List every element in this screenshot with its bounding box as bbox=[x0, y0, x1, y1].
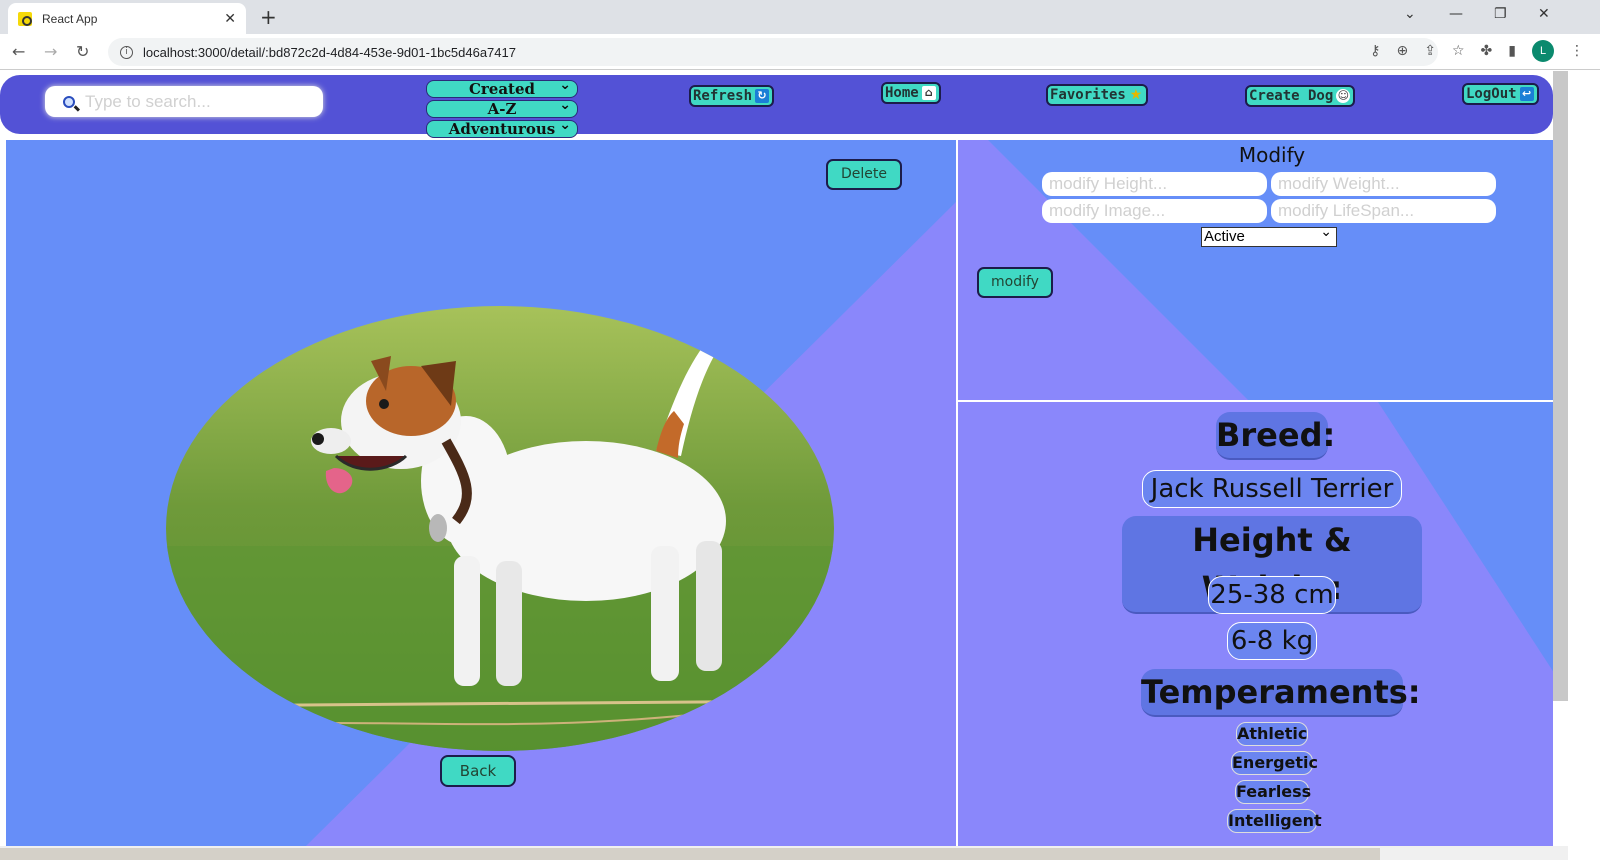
modify-image-input[interactable] bbox=[1042, 199, 1267, 223]
refresh-button[interactable]: Refresh ↻ bbox=[689, 85, 775, 107]
modify-title: Modify bbox=[1238, 143, 1306, 167]
dog-illustration bbox=[166, 306, 834, 751]
browser-tab[interactable]: React App ✕ bbox=[8, 3, 246, 34]
modify-button[interactable]: modify bbox=[977, 267, 1053, 298]
url-text: localhost:3000/detail/:bd872c2d-4d84-453… bbox=[143, 44, 516, 60]
create-dog-label: Create Dog bbox=[1249, 88, 1334, 104]
delete-button[interactable]: Delete bbox=[826, 159, 902, 190]
home-button[interactable]: Home ⌂ bbox=[881, 82, 941, 104]
forward-arrow-icon[interactable]: → bbox=[44, 42, 57, 61]
profile-avatar[interactable]: L bbox=[1532, 40, 1554, 62]
side-column: Modify Active modify Breed: Jack Russell… bbox=[956, 140, 1553, 846]
share-icon[interactable]: ⇪ bbox=[1424, 43, 1436, 59]
menu-dots-icon[interactable]: ⋮ bbox=[1570, 43, 1584, 59]
create-dog-button[interactable]: Create Dog ☺ bbox=[1245, 85, 1356, 107]
modify-panel: Modify Active modify bbox=[958, 140, 1553, 400]
app-navbar: Created A-Z Adventurous Refresh ↻ Home ⌂… bbox=[0, 75, 1553, 138]
extensions-icon[interactable]: ✤ bbox=[1481, 43, 1493, 59]
back-arrow-icon[interactable]: ← bbox=[12, 42, 25, 61]
restore-icon[interactable]: ❐ bbox=[1494, 6, 1507, 22]
tab-title: React App bbox=[42, 11, 98, 26]
address-bar[interactable]: i localhost:3000/detail/:bd872c2d-4d84-4… bbox=[108, 38, 1438, 66]
height-value: 25-38 cm bbox=[1208, 576, 1336, 614]
temperament-tag: Energetic bbox=[1231, 751, 1318, 775]
modify-weight-input[interactable] bbox=[1271, 172, 1496, 196]
new-tab-icon[interactable]: + bbox=[260, 5, 277, 29]
toolbar-icons: ⚷ ⊕ ⇪ ☆ ✤ ▮ L ⋮ bbox=[1370, 40, 1584, 62]
temperament-tag: Intelligent bbox=[1227, 809, 1322, 833]
temperaments-label: Temperaments: bbox=[1141, 669, 1421, 717]
zoom-icon[interactable]: ⊕ bbox=[1397, 43, 1409, 59]
temperament-tag: Fearless bbox=[1235, 780, 1311, 804]
breed-value: Jack Russell Terrier bbox=[1142, 470, 1402, 508]
temperament-tag: Athletic bbox=[1236, 722, 1308, 746]
page-viewport: Created A-Z Adventurous Refresh ↻ Home ⌂… bbox=[0, 71, 1553, 846]
modify-height-input[interactable] bbox=[1042, 172, 1267, 196]
side-panel-icon[interactable]: ▮ bbox=[1508, 43, 1516, 59]
bookmark-star-icon[interactable]: ☆ bbox=[1452, 43, 1465, 59]
search-icon bbox=[63, 95, 75, 108]
refresh-icon: ↻ bbox=[755, 89, 770, 103]
star-icon: ★ bbox=[1129, 87, 1143, 103]
modify-lifespan-input[interactable] bbox=[1271, 199, 1496, 223]
tab-close-icon[interactable]: ✕ bbox=[224, 11, 236, 27]
horizontal-scrollbar[interactable] bbox=[0, 848, 1380, 860]
vertical-scrollbar[interactable] bbox=[1553, 71, 1568, 701]
favorites-label: Favorites bbox=[1050, 87, 1126, 103]
key-icon[interactable]: ⚷ bbox=[1370, 43, 1380, 59]
home-icon: ⌂ bbox=[921, 86, 936, 100]
favorites-button[interactable]: Favorites ★ bbox=[1046, 84, 1148, 106]
site-info-icon[interactable]: i bbox=[120, 45, 133, 59]
search-input[interactable] bbox=[85, 91, 305, 112]
dog-image bbox=[166, 306, 834, 751]
window-close-icon[interactable]: ✕ bbox=[1538, 6, 1550, 22]
logout-label: LogOut bbox=[1466, 86, 1517, 102]
browser-tabbar: React App ✕ + ⌄ — ❐ ✕ bbox=[0, 0, 1600, 34]
logout-button[interactable]: LogOut ↩ bbox=[1462, 83, 1539, 105]
logout-icon: ↩ bbox=[1519, 87, 1534, 101]
browser-toolbar: ← → ↻ i localhost:3000/detail/:bd872c2d-… bbox=[0, 34, 1600, 70]
refresh-label: Refresh bbox=[693, 88, 753, 104]
status-select[interactable]: Active bbox=[1201, 223, 1337, 247]
minimize-icon[interactable]: — bbox=[1449, 6, 1463, 22]
breed-label: Breed: bbox=[1216, 412, 1335, 460]
react-favicon-icon bbox=[18, 11, 32, 26]
filter-temperament-select[interactable]: Adventurous bbox=[426, 117, 578, 138]
sort-order-select[interactable]: A-Z bbox=[426, 97, 578, 118]
dog-face-icon: ☺ bbox=[1336, 89, 1351, 103]
home-label: Home bbox=[885, 85, 919, 101]
search-box bbox=[45, 86, 323, 117]
filter-group: Created A-Z Adventurous bbox=[426, 77, 578, 140]
vertical-scroll-track bbox=[1553, 701, 1568, 846]
reload-icon[interactable]: ↻ bbox=[76, 42, 89, 61]
info-panel: Breed: Jack Russell Terrier Height & Wei… bbox=[958, 402, 1553, 846]
weight-value: 6-8 kg bbox=[1227, 622, 1317, 660]
tab-search-icon[interactable]: ⌄ bbox=[1404, 6, 1416, 22]
dog-detail-panel: Delete Back bbox=[6, 140, 956, 846]
filter-origin-select[interactable]: Created bbox=[426, 77, 578, 98]
back-button[interactable]: Back bbox=[440, 755, 516, 787]
